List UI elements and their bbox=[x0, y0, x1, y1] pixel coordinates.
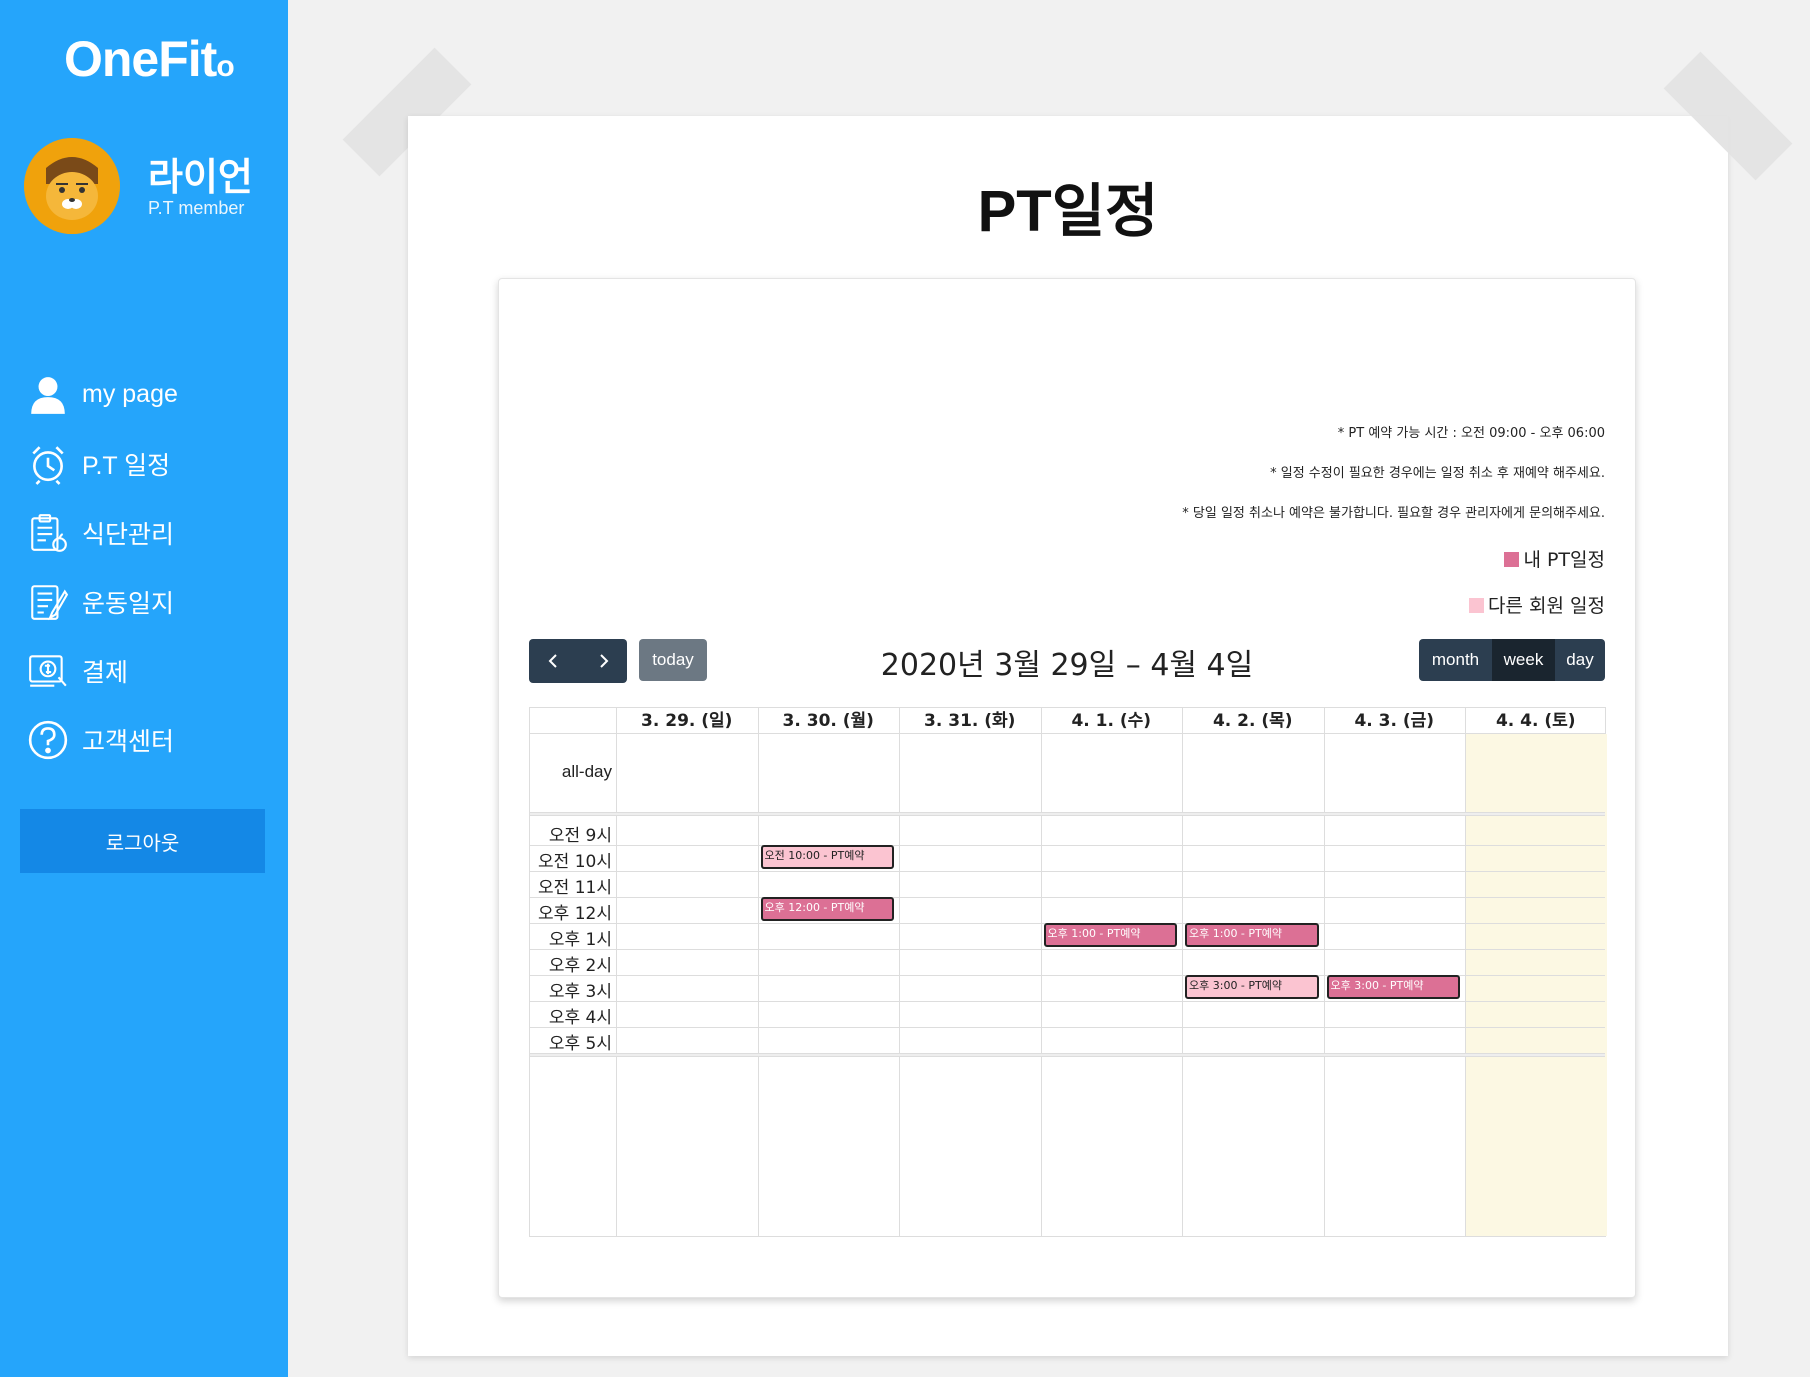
day-column-header: 3. 29. (일) bbox=[641, 711, 733, 731]
day-column-header: 4. 1. (수) bbox=[1071, 711, 1152, 731]
hour-line bbox=[530, 845, 1605, 846]
time-slot-label: 오전 9시 bbox=[548, 826, 612, 846]
main-paper: PT일정 * PT 예약 가능 시간 : 오전 09:00 - 오후 06:00… bbox=[408, 116, 1728, 1356]
week-grid: all-day 3. 29. (일) 3. 30. (월) 3. 31. (화) 4.… bbox=[529, 707, 1607, 1237]
time-slot-label: 오후 12시 bbox=[538, 904, 612, 924]
sidebar-nav: my page P.T 일정 식단관리 운동일지 결제 고객센터 bbox=[0, 360, 288, 774]
legend-swatch bbox=[1504, 552, 1520, 567]
help-icon bbox=[26, 718, 70, 762]
calendar-event[interactable]: 오후 1:00 - PT예약 bbox=[1043, 923, 1177, 947]
calendar-event[interactable]: 오후 3:00 - PT예약 bbox=[1326, 975, 1460, 999]
notes: * PT 예약 가능 시간 : 오전 09:00 - 오후 06:00 * 일정… bbox=[1182, 422, 1605, 542]
payment-icon bbox=[26, 649, 70, 693]
time-slot-label: 오후 5시 bbox=[548, 1034, 612, 1054]
sidebar-item-pt-schedule[interactable]: P.T 일정 bbox=[0, 429, 288, 498]
view-switcher: month week day bbox=[1419, 639, 1605, 681]
sidebar-item-diet[interactable]: 식단관리 bbox=[0, 498, 288, 567]
column-divider bbox=[1182, 708, 1183, 1236]
column-divider bbox=[1040, 708, 1042, 1236]
hour-line bbox=[530, 897, 1605, 898]
sidebar-item-label: 결제 bbox=[82, 658, 129, 687]
sidebar-item-label: 운동일지 bbox=[82, 589, 175, 618]
logout-button[interactable]: 로그아웃 bbox=[20, 809, 265, 873]
sidebar: OneFito 라이언 P.T member my page P.T 일정 식단… bbox=[0, 0, 288, 1377]
calendar-event[interactable]: 오전 10:00 - PT예약 bbox=[760, 845, 894, 869]
view-day-button[interactable]: day bbox=[1555, 639, 1605, 681]
calendar-card: * PT 예약 가능 시간 : 오전 09:00 - 오후 06:00 * 일정… bbox=[498, 278, 1636, 1298]
note-line: * PT 예약 가능 시간 : 오전 09:00 - 오후 06:00 bbox=[1337, 426, 1605, 441]
lion-avatar-icon bbox=[24, 138, 120, 234]
hour-line bbox=[530, 1001, 1605, 1002]
document-pen-icon bbox=[26, 580, 70, 624]
note-line: * 당일 일정 취소나 예약은 불가합니다. 필요할 경우 관리자에게 문의해주… bbox=[1182, 506, 1605, 521]
day-column-header: 3. 30. (월) bbox=[782, 711, 874, 731]
person-icon bbox=[26, 373, 70, 417]
legend-swatch bbox=[1469, 598, 1485, 613]
alarm-clock-icon bbox=[26, 442, 70, 486]
hour-line bbox=[530, 1027, 1605, 1028]
saturday-highlight bbox=[1465, 734, 1607, 1236]
sidebar-item-workout-log[interactable]: 운동일지 bbox=[0, 567, 288, 636]
sidebar-item-customer-center[interactable]: 고객센터 bbox=[0, 705, 288, 774]
legend-other: 다른 회원 일정 bbox=[1469, 591, 1605, 618]
column-divider bbox=[1323, 708, 1325, 1236]
time-slot-label: 오후 2시 bbox=[548, 956, 612, 976]
sidebar-item-my-page[interactable]: my page bbox=[0, 360, 288, 429]
day-column-header: 4. 4. (토) bbox=[1495, 711, 1576, 731]
calendar-event[interactable]: 오후 12:00 - PT예약 bbox=[760, 897, 894, 921]
column-divider bbox=[757, 708, 759, 1236]
time-slot-label: 오후 1시 bbox=[548, 930, 612, 950]
sidebar-item-label: my page bbox=[82, 380, 178, 408]
allday-label: all-day bbox=[561, 762, 612, 781]
section-divider bbox=[530, 1053, 1605, 1057]
page-title: PT일정 bbox=[977, 179, 1159, 244]
calendar-event[interactable]: 오후 1:00 - PT예약 bbox=[1185, 923, 1319, 947]
note-line: * 일정 수정이 필요한 경우에는 일정 취소 후 재예약 해주세요. bbox=[1270, 466, 1605, 481]
hour-line bbox=[530, 949, 1605, 950]
time-slot-label: 오전 11시 bbox=[538, 878, 612, 898]
calendar-event[interactable]: 오후 3:00 - PT예약 bbox=[1185, 975, 1319, 999]
day-column-header: 3. 31. (화) bbox=[924, 711, 1016, 731]
view-week-button[interactable]: week bbox=[1492, 639, 1555, 681]
sidebar-item-label: 고객센터 bbox=[82, 727, 175, 756]
column-divider bbox=[1465, 708, 1466, 1236]
view-month-button[interactable]: month bbox=[1419, 639, 1492, 681]
clipboard-apple-icon bbox=[26, 511, 70, 555]
hour-line bbox=[530, 871, 1605, 872]
time-slot-label: 오후 4시 bbox=[548, 1008, 612, 1028]
section-divider bbox=[530, 812, 1605, 816]
sidebar-item-payment[interactable]: 결제 bbox=[0, 636, 288, 705]
user-role: P.T member bbox=[148, 198, 245, 218]
column-divider bbox=[899, 708, 900, 1236]
legend-mine: 내 PT일정 bbox=[1504, 545, 1605, 572]
sidebar-item-label: P.T 일정 bbox=[82, 451, 171, 480]
time-slot-label: 오전 10시 bbox=[538, 852, 612, 872]
user-name: 라이언 bbox=[148, 157, 253, 199]
sidebar-item-label: 식단관리 bbox=[82, 520, 175, 549]
avatar bbox=[24, 138, 120, 234]
day-column-header: 4. 3. (금) bbox=[1354, 711, 1435, 731]
time-slot-label: 오후 3시 bbox=[548, 982, 612, 1002]
day-column-header: 4. 2. (목) bbox=[1212, 711, 1293, 731]
column-divider bbox=[616, 708, 617, 1236]
app-logo[interactable]: OneFito bbox=[64, 30, 235, 88]
